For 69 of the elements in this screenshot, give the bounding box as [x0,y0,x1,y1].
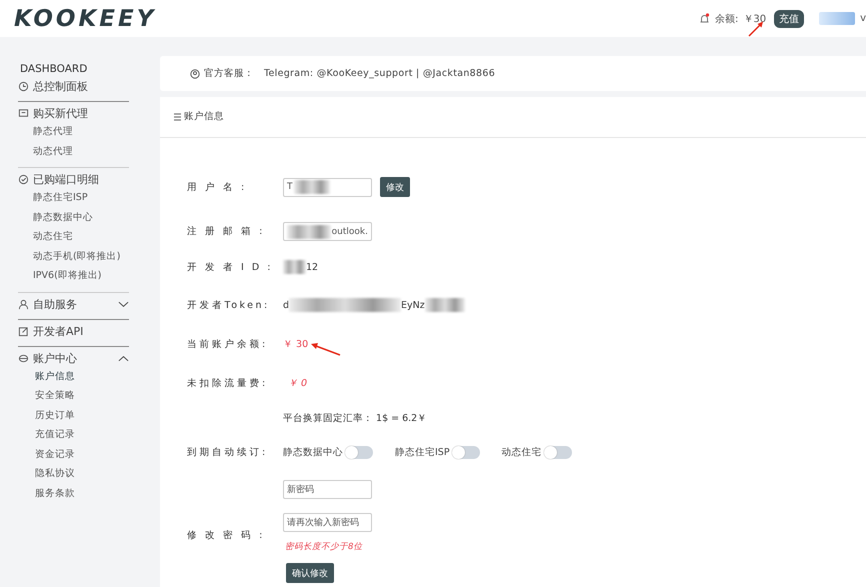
sidebar-section[interactable]: 已购端口明细 [33,172,99,187]
user-circle-icon [190,68,200,78]
sidebar-item[interactable]: 动态手机(即将推出) [18,246,129,266]
field-label: 当前账户余额: [187,338,269,350]
annotation-arrow [747,21,765,37]
sidebar-item[interactable]: 账户信息 [18,366,129,386]
email-field[interactable]: outlook. [283,222,372,241]
sidebar-item[interactable]: 历史订单 [18,406,129,425]
token-start: d [283,300,290,310]
token-end: EyNz [401,300,425,310]
user-name[interactable]: v [860,13,866,24]
sidebar-item[interactable]: 静态代理 [18,122,129,142]
toggle-label: 静态数据中心 [283,446,343,459]
field-label: 未扣除流量费: [187,377,269,390]
field-label: 修 改 密 码 : [187,529,266,542]
balance-amount: ￥30 [743,12,766,26]
panel-title: 账户信息 [184,110,224,124]
edit-button[interactable]: 修改 [380,177,410,197]
sidebar-section[interactable]: 自助服务 [33,296,77,312]
account-balance: ￥ 30 [283,338,308,350]
menu-icon[interactable] [174,112,182,122]
new-password-field[interactable]: 新密码 [283,480,372,499]
toggle-switch[interactable] [452,446,480,459]
toggle-switch[interactable] [345,446,373,459]
field-label: 用 户 名 : [187,180,248,194]
sidebar-item[interactable]: 静态住宅ISP [18,188,129,208]
sidebar-item[interactable]: 充值记录 [18,425,129,444]
exchange-rate: 平台换算固定汇率： 1$ = 6.2￥ [283,412,428,425]
sidebar-section[interactable]: 账户中心 [33,350,77,366]
sidebar-item[interactable]: 动态代理 [18,142,129,161]
edit-icon [18,326,29,336]
dashboard-title: DASHBOARD [20,63,88,75]
toggle-label: 动态住宅 [502,446,542,459]
unpaid-fee: ￥ 0 [288,377,308,390]
field-label: 注 册 邮 箱 : [187,225,266,238]
blurred-text [283,260,306,274]
sidebar-item[interactable]: 动态住宅 [18,227,129,246]
sidebar-item[interactable]: 隐私协议 [18,464,129,484]
balance-label: 余额: [714,12,738,26]
sidebar-section[interactable]: 开发者API [33,324,84,338]
developer-id: 12 [306,262,318,272]
username-field[interactable]: T [283,178,372,196]
field-label: 到期自动续订: [187,446,269,459]
logo: KOOKEEY [14,6,156,32]
confirm-button[interactable]: 确认修改 [286,563,334,583]
support-label: 官方客服： [204,67,254,80]
recharge-button[interactable]: 充值 [774,10,804,28]
field-label: 开 发 者 I D : [187,260,274,274]
sidebar-item[interactable]: 资金记录 [18,444,129,464]
support-contacts: Telegram: @KooKeey_support | @Jacktan8866 [264,68,496,79]
bell-icon[interactable] [698,12,710,24]
confirm-password-field[interactable]: 请再次输入新密码 [283,513,372,532]
sidebar-item[interactable]: 静态数据中心 [18,208,129,227]
blurred-text [287,224,331,238]
sidebar-section[interactable]: 购买新代理 [33,106,88,121]
field-label: 开发者Token: [187,298,271,312]
sidebar-item[interactable]: 安全策略 [18,386,129,406]
check-circle-icon [18,174,29,185]
toggle-label: 静态住宅ISP [395,446,450,459]
blurred-text [294,180,330,194]
clock-icon [18,81,29,92]
annotation-arrow [310,342,342,356]
blurred-text [424,298,465,312]
sidebar-item[interactable]: 服务条款 [18,484,129,503]
toggle-switch[interactable] [544,446,572,459]
sidebar-section[interactable]: 总控制面板 [33,79,88,94]
user-icon [18,298,29,310]
password-hint: 密码长度不少于8位 [285,541,362,553]
sidebar-item[interactable]: IPV6(即将推出) [18,266,129,286]
